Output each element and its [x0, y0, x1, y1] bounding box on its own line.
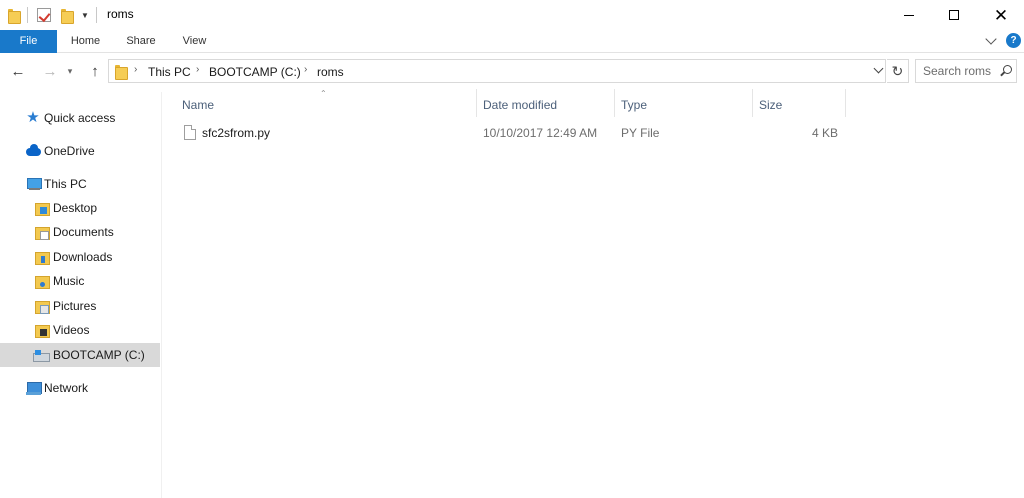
nav-item-label: Videos [53, 323, 90, 337]
column-header-name[interactable]: Name [176, 93, 476, 117]
breadcrumb-bootcamp[interactable]: BOOTCAMP (C:) [209, 65, 301, 79]
documents-folder-icon [35, 225, 50, 240]
nav-item-label: This PC [44, 177, 87, 191]
breadcrumb-separator-icon[interactable]: › [304, 64, 307, 75]
nav-item-onedrive[interactable]: OneDrive [0, 139, 160, 163]
music-folder-icon [35, 274, 50, 289]
file-size: 4 KB [811, 126, 838, 140]
nav-item-bootcamp-drive[interactable]: BOOTCAMP (C:) [0, 343, 160, 367]
search-input[interactable] [916, 60, 1000, 82]
videos-folder-icon [35, 323, 50, 338]
nav-item-desktop[interactable]: Desktop [0, 196, 160, 220]
ribbon-tabs: File Home Share View ? [0, 30, 1024, 53]
expand-ribbon-chevron-icon[interactable] [985, 33, 999, 49]
folder-icon [115, 64, 128, 80]
column-header-label: Type [621, 98, 648, 112]
column-header-label: Name [182, 98, 215, 112]
address-bar[interactable]: › This PC › BOOTCAMP (C:) › roms [108, 59, 886, 83]
column-header-size[interactable]: Size [753, 93, 845, 117]
column-header-label: Date modified [483, 98, 558, 112]
nav-item-label: Downloads [53, 250, 113, 264]
nav-item-quick-access[interactable]: ★ Quick access [0, 106, 160, 130]
breadcrumb-separator-icon[interactable]: › [134, 64, 137, 75]
nav-item-label: Pictures [53, 299, 97, 313]
column-header-date-modified[interactable]: Date modified [477, 93, 614, 117]
help-icon[interactable]: ? [1006, 33, 1021, 48]
close-button[interactable]: ✕ [978, 0, 1024, 30]
nav-item-label: BOOTCAMP (C:) [53, 348, 145, 362]
nav-item-label: Quick access [44, 111, 116, 125]
breadcrumb-roms[interactable]: roms [317, 65, 344, 79]
minimize-button[interactable] [886, 0, 932, 30]
address-bar-row: ← → ▾ ↑ › This PC › BOOTCAMP (C:) › roms… [0, 54, 1024, 89]
nav-item-label: Documents [53, 225, 114, 239]
computer-icon [26, 177, 42, 191]
nav-item-label: Network [44, 381, 89, 395]
toolbar-divider [95, 7, 97, 23]
pictures-folder-icon [35, 299, 50, 314]
maximize-button[interactable] [931, 0, 977, 30]
properties-icon[interactable] [37, 8, 51, 22]
nav-item-videos[interactable]: Videos [0, 318, 160, 342]
maximize-icon [949, 10, 959, 20]
window-title: roms [107, 7, 134, 21]
new-folder-icon[interactable] [61, 8, 74, 24]
network-icon [26, 381, 42, 395]
address-history-chevron-icon[interactable] [873, 64, 885, 78]
title-bar: ▼ roms ✕ [0, 0, 1024, 30]
desktop-folder-icon [35, 201, 50, 216]
recent-locations-chevron-icon[interactable]: ▾ [63, 62, 77, 80]
tab-view[interactable]: View [169, 30, 220, 53]
nav-item-label: OneDrive [44, 144, 95, 158]
nav-item-music[interactable]: Music [0, 269, 160, 293]
star-icon: ★ [26, 109, 40, 126]
table-row[interactable]: sfc2sfrom.py 10/10/2017 12:49 AM PY File… [176, 122, 846, 144]
nav-item-documents[interactable]: Documents [0, 220, 160, 244]
onedrive-cloud-icon [26, 144, 41, 158]
file-list: ⌃ Name Date modified Type Size sfc2sfrom… [163, 89, 1024, 498]
toolbar-divider [27, 7, 28, 23]
nav-item-network[interactable]: Network [0, 376, 160, 400]
downloads-folder-icon [35, 250, 50, 265]
nav-item-label: Music [53, 274, 85, 288]
column-divider[interactable] [845, 89, 846, 117]
folder-icon [8, 8, 21, 24]
file-date-modified: 10/10/2017 12:49 AM [483, 126, 598, 140]
tab-share[interactable]: Share [113, 30, 169, 53]
forward-arrow-icon[interactable]: → [40, 62, 60, 80]
search-box[interactable] [915, 59, 1017, 83]
nav-item-this-pc[interactable]: This PC [0, 172, 160, 196]
up-arrow-icon[interactable]: ↑ [85, 62, 105, 80]
tab-home[interactable]: Home [58, 30, 113, 53]
nav-item-downloads[interactable]: Downloads [0, 245, 160, 269]
tab-file[interactable]: File [0, 30, 57, 53]
refresh-icon[interactable]: ↻ [887, 59, 909, 83]
quick-access-toolbar: ▼ [8, 6, 104, 24]
column-header-label: Size [759, 98, 783, 112]
file-type: PY File [621, 126, 660, 140]
nav-item-label: Desktop [53, 201, 98, 215]
file-name: sfc2sfrom.py [202, 126, 271, 140]
close-icon: ✕ [993, 5, 1009, 25]
file-icon [184, 125, 196, 140]
column-header-type[interactable]: Type [615, 93, 752, 117]
back-arrow-icon[interactable]: ← [8, 62, 28, 80]
navigation-pane: ★ Quick access OneDrive This PC Desktop … [0, 92, 162, 498]
breadcrumb-separator-icon[interactable]: › [196, 64, 199, 75]
breadcrumb-this-pc[interactable]: This PC [148, 65, 191, 79]
search-icon[interactable] [1000, 65, 1012, 77]
drive-icon [33, 348, 50, 362]
customize-toolbar-dropdown-icon[interactable]: ▼ [81, 11, 89, 20]
minimize-icon [904, 14, 914, 16]
nav-item-pictures[interactable]: Pictures [0, 294, 160, 318]
